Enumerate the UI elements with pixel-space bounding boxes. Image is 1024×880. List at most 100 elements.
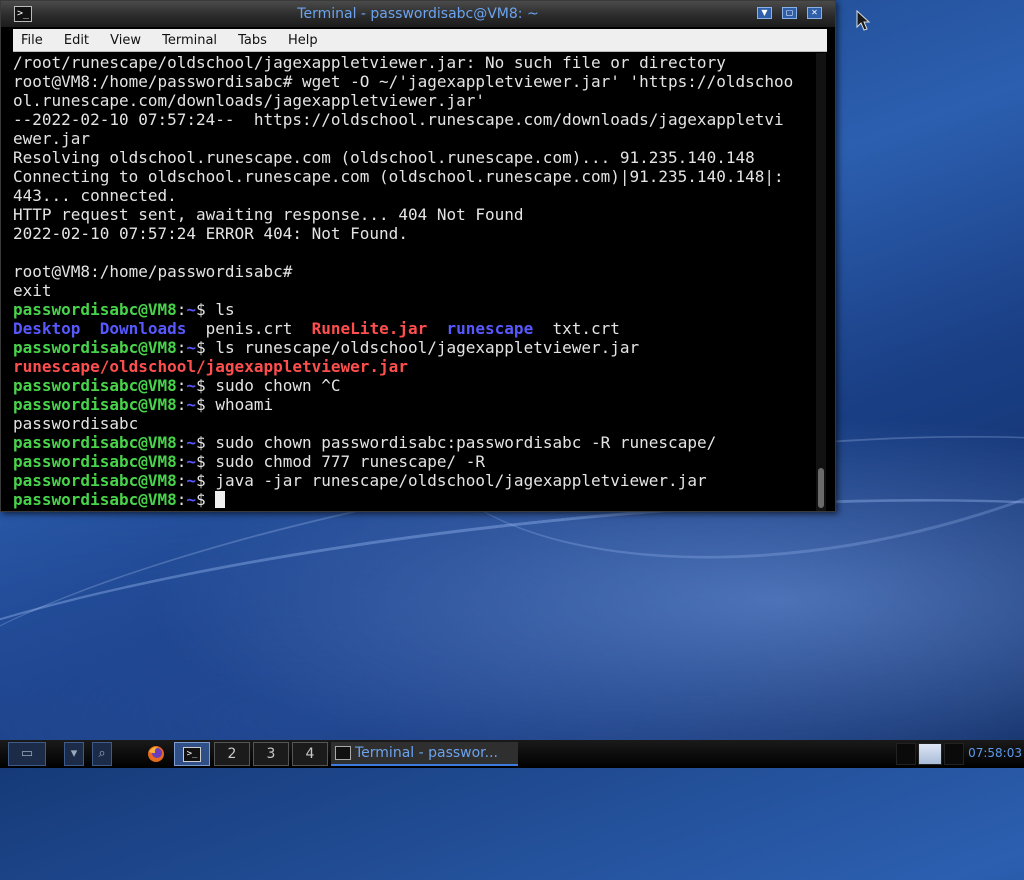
terminal-text: 443... connected. bbox=[13, 186, 177, 205]
terminal-line: 2022-02-10 07:57:24 ERROR 404: Not Found… bbox=[13, 224, 813, 243]
menu-terminal[interactable]: Terminal bbox=[162, 29, 217, 48]
menu-launcher-icon[interactable]: ▭ bbox=[8, 742, 46, 766]
task-title: Terminal - passwor... bbox=[355, 745, 499, 761]
menu-edit[interactable]: Edit bbox=[64, 29, 89, 48]
workspace-1-button[interactable]: >_ bbox=[174, 742, 210, 766]
terminal-text: $ java -jar runescape/oldschool/jagexapp… bbox=[196, 471, 707, 490]
terminal-text: ~ bbox=[186, 395, 197, 414]
terminal-text: passwordisabc@VM8 bbox=[13, 433, 177, 452]
terminal-text: ~ bbox=[186, 490, 197, 509]
tray-slot[interactable] bbox=[896, 743, 916, 765]
terminal-text: ~ bbox=[186, 376, 197, 395]
terminal-text: Desktop bbox=[13, 319, 81, 338]
terminal-text: passwordisabc@VM8 bbox=[13, 490, 177, 509]
terminal-window[interactable]: >_ Terminal - passwordisabc@VM8: ~ ▼ ▢ ✕… bbox=[0, 0, 836, 512]
terminal-text: passwordisabc@VM8 bbox=[13, 395, 177, 414]
terminal-line: Resolving oldschool.runescape.com (oldsc… bbox=[13, 148, 813, 167]
menu-view[interactable]: View bbox=[110, 29, 141, 48]
terminal-text: root@VM8:/home/passwordisabc# bbox=[13, 262, 293, 281]
close-button[interactable]: ✕ bbox=[807, 7, 822, 19]
workspace-4-button[interactable]: 4 bbox=[292, 742, 328, 766]
terminal-line: passwordisabc@VM8:~$ java -jar runescape… bbox=[13, 471, 813, 490]
terminal-text: : bbox=[176, 471, 187, 490]
terminal-text: : bbox=[176, 300, 187, 319]
menu-bar: File Edit View Terminal Tabs Help bbox=[13, 29, 827, 52]
menu-tabs[interactable]: Tabs bbox=[238, 29, 267, 48]
tray-slot[interactable] bbox=[944, 743, 964, 765]
menu-help[interactable]: Help bbox=[288, 29, 318, 48]
terminal-scrollbar[interactable] bbox=[816, 53, 826, 511]
terminal-text: $ sudo chown passwordisabc:passwordisabc… bbox=[196, 433, 717, 452]
terminal-line: passwordisabc bbox=[13, 414, 813, 433]
terminal-text: HTTP request sent, awaiting response... … bbox=[13, 205, 524, 224]
window-list-icon[interactable]: ▾ bbox=[64, 742, 84, 766]
maximize-button[interactable]: ▢ bbox=[782, 7, 797, 19]
window-title: Terminal - passwordisabc@VM8: ~ bbox=[297, 6, 539, 22]
terminal-line: root@VM8:/home/passwordisabc# bbox=[13, 262, 813, 281]
terminal-text: ~ bbox=[186, 433, 197, 452]
terminal-text: passwordisabc bbox=[13, 414, 139, 433]
terminal-line: ewer.jar bbox=[13, 129, 813, 148]
terminal-text: $ ls runescape/oldschool/jagexappletview… bbox=[196, 338, 640, 357]
terminal-icon: >_ bbox=[183, 746, 201, 762]
terminal-text: $ sudo chown ^C bbox=[196, 376, 341, 395]
terminal-line: ol.runescape.com/downloads/jagexappletvi… bbox=[13, 91, 813, 110]
terminal-text: ~ bbox=[186, 452, 197, 471]
terminal-line: --2022-02-10 07:57:24-- https://oldschoo… bbox=[13, 110, 813, 129]
terminal-text: : bbox=[176, 338, 187, 357]
minimize-button[interactable]: ▼ bbox=[757, 7, 772, 19]
terminal-line: /root/runescape/oldschool/jagexappletvie… bbox=[13, 53, 813, 72]
terminal-line: root@VM8:/home/passwordisabc# wget -O ~/… bbox=[13, 72, 813, 91]
terminal-text: 2022-02-10 07:57:24 ERROR 404: Not Found… bbox=[13, 224, 408, 243]
terminal-text: runescape/oldschool/jagexappletviewer.ja… bbox=[13, 357, 408, 376]
menu-file[interactable]: File bbox=[21, 29, 43, 48]
terminal-line: exit bbox=[13, 281, 813, 300]
terminal-text: --2022-02-10 07:57:24-- https://oldschoo… bbox=[13, 110, 784, 129]
terminal-line: Desktop Downloads penis.crt RuneLite.jar… bbox=[13, 319, 813, 338]
workspace-3-button[interactable]: 3 bbox=[253, 742, 289, 766]
terminal-text: : bbox=[176, 376, 187, 395]
terminal-line: passwordisabc@VM8:~$ ls bbox=[13, 300, 813, 319]
clock[interactable]: 07:58:03 bbox=[968, 744, 1022, 762]
terminal-text: txt.crt bbox=[533, 319, 620, 338]
terminal-line: passwordisabc@VM8:~$ ls runescape/oldsch… bbox=[13, 338, 813, 357]
terminal-text: $ ls bbox=[196, 300, 235, 319]
terminal-line: passwordisabc@VM8:~$ whoami bbox=[13, 395, 813, 414]
terminal-line: Connecting to oldschool.runescape.com (o… bbox=[13, 167, 813, 186]
terminal-text: $ bbox=[196, 490, 216, 509]
workspace-2-button[interactable]: 2 bbox=[214, 742, 250, 766]
terminal-line: runescape/oldschool/jagexappletviewer.ja… bbox=[13, 357, 813, 376]
window-titlebar[interactable]: >_ Terminal - passwordisabc@VM8: ~ ▼ ▢ ✕ bbox=[1, 1, 835, 27]
terminal-text: passwordisabc@VM8 bbox=[13, 452, 177, 471]
terminal-text: : bbox=[176, 452, 187, 471]
terminal-line: HTTP request sent, awaiting response... … bbox=[13, 205, 813, 224]
terminal-text: Connecting to oldschool.runescape.com (o… bbox=[13, 167, 784, 186]
terminal-text: : bbox=[176, 395, 187, 414]
firefox-icon[interactable] bbox=[146, 742, 168, 766]
search-icon[interactable]: ⌕ bbox=[92, 742, 112, 766]
terminal-text: : bbox=[176, 433, 187, 452]
terminal-icon bbox=[335, 746, 351, 760]
terminal-text: Resolving oldschool.runescape.com (oldsc… bbox=[13, 148, 755, 167]
terminal-text: passwordisabc@VM8 bbox=[13, 471, 177, 490]
terminal-text: passwordisabc@VM8 bbox=[13, 300, 177, 319]
terminal-text: $ whoami bbox=[196, 395, 274, 414]
terminal-text: ol.runescape.com/downloads/jagexappletvi… bbox=[13, 91, 486, 110]
terminal-text: ~ bbox=[186, 471, 197, 490]
network-icon[interactable] bbox=[918, 743, 942, 765]
terminal-line: passwordisabc@VM8:~$ sudo chown password… bbox=[13, 433, 813, 452]
terminal-text: runescape bbox=[446, 319, 534, 338]
terminal-text: ewer.jar bbox=[13, 129, 91, 148]
taskbar-terminal-task[interactable]: Terminal - passwor... bbox=[331, 742, 518, 766]
terminal-line: 443... connected. bbox=[13, 186, 813, 205]
terminal-line: passwordisabc@VM8:~$ bbox=[13, 490, 813, 509]
terminal-output[interactable]: /root/runescape/oldschool/jagexappletvie… bbox=[13, 53, 813, 509]
scrollbar-thumb[interactable] bbox=[818, 468, 824, 508]
terminal-line: passwordisabc@VM8:~$ sudo chown ^C bbox=[13, 376, 813, 395]
terminal-text: : bbox=[176, 490, 187, 509]
terminal-text: ~ bbox=[186, 338, 197, 357]
terminal-text: root@VM8:/home/passwordisabc# wget -O ~/… bbox=[13, 72, 794, 91]
terminal-text: penis.crt bbox=[186, 319, 312, 338]
